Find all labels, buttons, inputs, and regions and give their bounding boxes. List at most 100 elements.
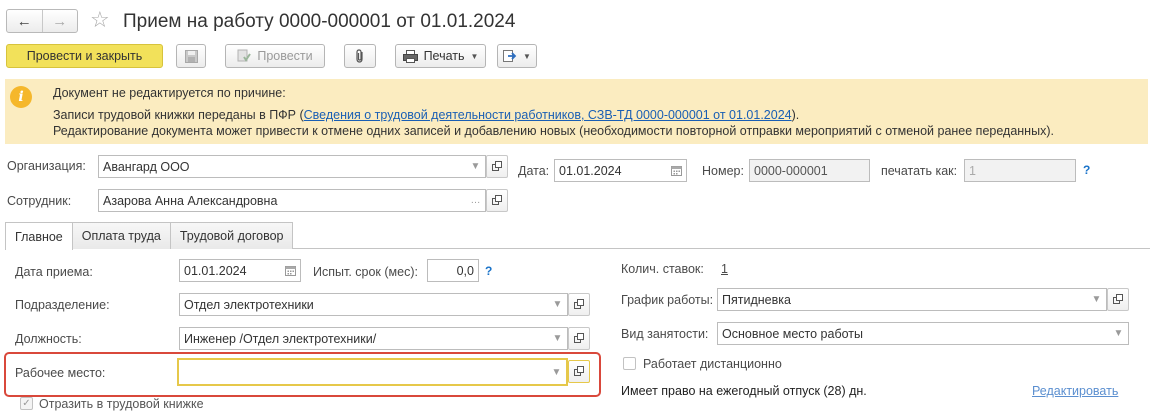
rates-link[interactable]: 1	[721, 261, 728, 277]
position-value: Инженер /Отдел электротехники/	[184, 331, 377, 346]
post-button[interactable]: Провести	[225, 44, 325, 68]
save-icon	[184, 49, 198, 63]
open-icon	[573, 366, 584, 376]
printer-icon	[402, 49, 418, 63]
employee-field[interactable]: Азарова Анна Александровна …	[98, 189, 486, 212]
probation-value: 0,0	[456, 263, 474, 278]
help-icon[interactable]: ?	[485, 264, 492, 278]
dropdown-icon[interactable]: ▼	[1108, 323, 1128, 344]
tab-bar: Главное Оплата труда Трудовой договор	[5, 222, 294, 250]
organization-field[interactable]: Авангард ООО ▼	[98, 155, 486, 178]
employment-type-label: Вид занятости:	[621, 327, 709, 341]
employment-type-field[interactable]: Основное место работы ▼	[717, 322, 1129, 345]
open-employee-button[interactable]	[486, 189, 508, 212]
favorite-star-icon[interactable]: ☆	[90, 8, 110, 32]
date-value: 01.01.2024	[559, 163, 622, 178]
open-schedule-button[interactable]	[1107, 288, 1129, 311]
print-as-label: печатать как:	[881, 164, 958, 178]
remote-work-checkbox[interactable]	[623, 357, 636, 370]
division-label: Подразделение:	[15, 298, 110, 312]
page-title: Прием на работу 0000-000001 от 01.01.202…	[123, 11, 516, 32]
post-and-close-button[interactable]: Провести и закрыть	[6, 44, 163, 68]
info-reason-suffix: ).	[791, 108, 800, 122]
reflect-workbook-label: Отразить в трудовой книжке	[39, 397, 204, 411]
open-icon	[491, 195, 502, 205]
open-icon	[491, 161, 502, 171]
dropdown-icon[interactable]: ▼	[1086, 289, 1106, 310]
back-arrow-icon: ←	[16, 12, 32, 30]
dropdown-icon[interactable]: ▼	[465, 156, 485, 177]
tab-payment[interactable]: Оплата труда	[71, 222, 171, 249]
print-as-field[interactable]: 1	[964, 159, 1076, 182]
szv-td-document-link[interactable]: Сведения о трудовой деятельности работни…	[304, 108, 792, 122]
chevron-down-icon: ▼	[470, 51, 479, 61]
select-ellipsis-icon[interactable]: …	[465, 190, 485, 211]
info-reason-line: Записи трудовой книжки переданы в ПФР (С…	[53, 108, 799, 123]
info-reason-prefix: Записи трудовой книжки переданы в ПФР (	[53, 108, 304, 122]
attach-button[interactable]	[344, 44, 376, 68]
print-button[interactable]: Печать ▼	[395, 44, 486, 68]
open-position-button[interactable]	[568, 327, 590, 350]
post-label: Провести	[257, 49, 313, 63]
employee-label: Сотрудник:	[7, 194, 72, 208]
hire-date-label: Дата приема:	[15, 265, 93, 279]
chevron-down-icon: ▼	[523, 51, 531, 61]
open-icon	[573, 299, 584, 309]
hire-date-value: 01.01.2024	[184, 263, 247, 278]
probation-label: Испыт. срок (мес):	[313, 265, 418, 279]
post-and-close-label: Провести и закрыть	[26, 49, 143, 63]
number-label: Номер:	[702, 164, 744, 178]
paperclip-icon	[356, 49, 363, 63]
forward-arrow-icon: →	[52, 12, 68, 30]
workplace-label: Рабочее место:	[15, 366, 106, 380]
division-field[interactable]: Отдел электротехники ▼	[179, 293, 568, 316]
vacation-entitlement-text: Имеет право на ежегодный отпуск (28) дн.	[621, 384, 867, 398]
save-button[interactable]	[176, 44, 206, 68]
position-field[interactable]: Инженер /Отдел электротехники/ ▼	[179, 327, 568, 350]
print-label: Печать	[423, 49, 465, 63]
calendar-icon[interactable]	[280, 260, 300, 281]
workplace-field[interactable]: ▼	[177, 358, 568, 386]
division-value: Отдел электротехники	[184, 297, 314, 312]
dropdown-icon[interactable]: ▼	[546, 360, 566, 384]
organization-label: Организация:	[7, 159, 86, 173]
open-icon	[1112, 294, 1123, 304]
open-icon	[573, 333, 584, 343]
employee-value: Азарова Анна Александровна	[103, 193, 278, 208]
organization-value: Авангард ООО	[103, 159, 190, 174]
tab-main[interactable]: Главное	[5, 222, 73, 250]
help-icon[interactable]: ?	[1083, 163, 1090, 177]
info-warning-line: Редактирование документа может привести …	[53, 124, 1054, 138]
checkmark-icon: ✓	[22, 398, 31, 409]
info-reason-heading: Документ не редактируется по причине:	[53, 86, 286, 100]
dropdown-icon[interactable]: ▼	[547, 328, 567, 349]
edit-vacation-link[interactable]: Редактировать	[1032, 383, 1118, 399]
hire-date-field[interactable]: 01.01.2024	[179, 259, 301, 282]
calendar-icon[interactable]	[666, 160, 686, 181]
position-label: Должность:	[15, 332, 82, 346]
back-button[interactable]: ←	[7, 10, 42, 32]
post-document-icon	[237, 49, 252, 62]
reflect-workbook-checkbox[interactable]: ✓	[20, 397, 33, 410]
number-value: 0000-000001	[754, 163, 828, 178]
dropdown-icon[interactable]: ▼	[547, 294, 567, 315]
open-division-button[interactable]	[568, 293, 590, 316]
info-icon: i	[10, 86, 32, 108]
number-field[interactable]: 0000-000001	[749, 159, 870, 182]
create-based-on-icon	[503, 49, 517, 62]
open-workplace-button[interactable]	[568, 360, 590, 383]
date-label: Дата:	[518, 164, 550, 178]
remote-work-label: Работает дистанционно	[643, 357, 782, 371]
schedule-label: График работы:	[621, 293, 714, 307]
navigation-group: ← →	[6, 9, 78, 33]
schedule-value: Пятидневка	[722, 292, 791, 307]
create-based-on-button[interactable]: ▼	[497, 44, 537, 68]
probation-field[interactable]: 0,0	[427, 259, 479, 282]
tab-employment-contract[interactable]: Трудовой договор	[169, 222, 294, 249]
schedule-field[interactable]: Пятидневка ▼	[717, 288, 1107, 311]
forward-button[interactable]: →	[41, 10, 78, 32]
open-organization-button[interactable]	[486, 155, 508, 178]
rates-label: Колич. ставок:	[621, 262, 704, 276]
print-as-value: 1	[969, 163, 976, 178]
date-field[interactable]: 01.01.2024	[554, 159, 687, 182]
